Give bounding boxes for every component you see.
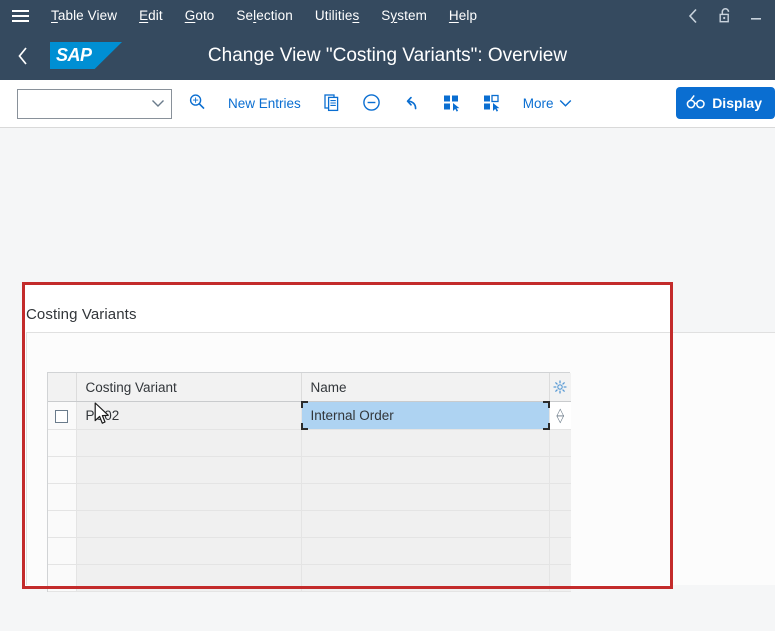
cell-costing-variant-empty[interactable] [76,537,302,565]
cell-name-text: Internal Order [310,408,394,423]
cell-costing-variant-empty[interactable] [76,429,302,457]
cell-costing-variant-empty[interactable] [76,564,302,592]
application-toolbar: New Entries More Display [0,80,775,128]
sap-logo[interactable]: SAP [50,42,122,69]
undo-button[interactable] [394,87,429,121]
menu-item-utilities[interactable]: Utilities [304,0,370,31]
table-row-empty[interactable] [48,429,571,457]
more-label: More [522,96,554,111]
table-body: PC02 Internal Order △ ▽ [48,401,572,592]
new-entries-label: New Entries [228,96,301,111]
cell-costing-variant[interactable]: PC02 [76,401,302,430]
row-select-cell[interactable] [48,537,77,565]
table-header-row: Costing Variant Name [48,373,571,402]
menu-bar: Table View Edit Goto Selection Utilities… [0,0,775,31]
menu-item-help[interactable]: Help [438,0,488,31]
copy-documents-icon [323,93,341,115]
chevron-down-icon [559,96,572,111]
gear-icon[interactable] [550,373,572,401]
menu-item-goto[interactable]: Goto [174,0,226,31]
row-spinner-cell [549,564,571,592]
row-select-cell[interactable] [48,429,77,457]
delete-button[interactable] [354,87,389,121]
row-select-cell[interactable] [48,510,77,538]
row-select-cell[interactable] [48,401,77,430]
row-spinner-cell[interactable]: △ ▽ [549,401,572,430]
menu-item-system[interactable]: System [370,0,438,31]
row-select-cell[interactable] [48,483,77,511]
search-input[interactable] [22,90,150,117]
cell-name-selected[interactable]: Internal Order [300,401,550,430]
select-all-button[interactable] [434,87,469,121]
copy-as-button[interactable] [315,87,349,121]
column-header-name[interactable]: Name [301,373,550,402]
cell-costing-variant-empty[interactable] [76,456,302,484]
menu-item-table-view[interactable]: Table View [40,0,128,31]
row-select-cell[interactable] [48,456,77,484]
table-row[interactable]: PC02 Internal Order △ ▽ [48,401,572,430]
hamburger-menu-icon[interactable] [0,0,40,31]
chevron-down-icon[interactable] [151,90,165,118]
cell-name-empty[interactable] [301,483,550,511]
shell-bar: SAP Change View "Costing Variants": Over… [0,31,775,80]
back-chevron-icon[interactable] [677,0,709,31]
sap-gui-window: Table View Edit Goto Selection Utilities… [0,0,775,631]
undo-arrow-icon [402,93,421,115]
cell-costing-variant-empty[interactable] [76,510,302,538]
row-checkbox[interactable] [55,409,69,423]
menu-bar-right-icons [677,0,775,31]
cell-name-empty[interactable] [301,456,550,484]
deselect-all-button[interactable] [474,87,509,121]
unlock-padlock-icon[interactable] [709,0,741,31]
select-all-blocks-icon [442,93,461,115]
cell-name-empty[interactable] [301,429,550,457]
content-area: Costing Variants Costing Variant Name PC… [0,128,775,631]
table-row-empty[interactable] [48,564,571,592]
cell-costing-variant-empty[interactable] [76,483,302,511]
deselect-blocks-icon [482,93,501,115]
shell-back-chevron-icon[interactable] [0,31,46,80]
table-row-empty[interactable] [48,537,571,565]
table-row-empty[interactable] [48,483,571,511]
cell-name-empty[interactable] [301,510,550,538]
cell-name-empty[interactable] [301,537,550,565]
new-entries-button[interactable]: New Entries [219,87,310,121]
row-spinner-cell [549,537,571,565]
search-combo-box[interactable] [17,88,172,119]
row-spinner-cell [549,429,571,457]
select-all-column-header[interactable] [48,373,77,402]
table-settings-header [549,373,571,402]
display-label: Display [712,95,762,111]
up-down-spinner-icon[interactable]: △ ▽ [550,402,572,429]
row-select-cell[interactable] [48,564,77,592]
row-spinner-cell [549,483,571,511]
search-magnifier-icon [188,93,206,114]
cell-name-empty[interactable] [301,564,550,592]
panel-title: Costing Variants [26,306,137,323]
menu-item-selection[interactable]: Selection [225,0,303,31]
column-header-costing-variant[interactable]: Costing Variant [76,373,302,402]
minus-circle-icon [362,93,381,115]
row-spinner-cell [549,456,571,484]
minimize-icon[interactable] [741,0,775,31]
menu-item-edit[interactable]: Edit [128,0,174,31]
costing-variants-table: Costing Variant Name PC02 Internal Order… [47,372,572,592]
table-row-empty[interactable] [48,456,571,484]
row-spinner-cell [549,510,571,538]
table-row-empty[interactable] [48,510,571,538]
more-button[interactable]: More [514,87,581,121]
display-button[interactable]: Display [676,87,775,119]
sap-logo-text: SAP [56,45,92,65]
search-button[interactable] [180,87,214,121]
spectacles-icon [686,94,706,113]
